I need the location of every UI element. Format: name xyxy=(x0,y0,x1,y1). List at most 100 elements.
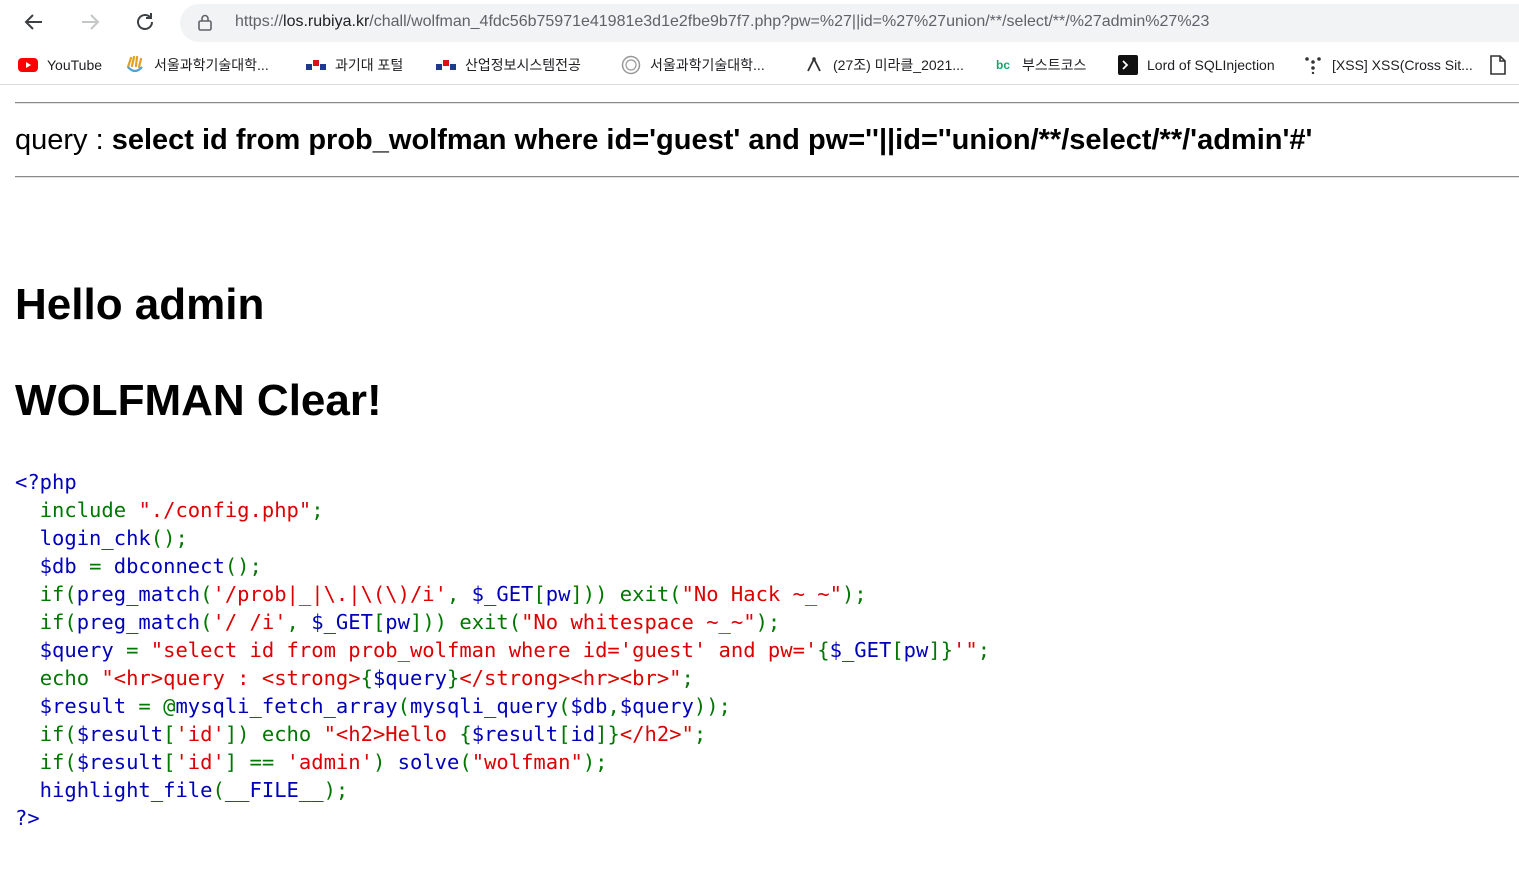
code-token: ]} xyxy=(928,638,954,662)
forward-button[interactable] xyxy=(76,8,104,36)
code-token: "<hr>query : <strong> xyxy=(101,666,361,690)
query-sql: select id from prob_wolfman where id='gu… xyxy=(111,124,1313,156)
reload-icon xyxy=(137,13,153,30)
code-line: include "./config.php"; xyxy=(15,498,324,522)
code-token: $_GET xyxy=(829,638,892,662)
code-token: [ xyxy=(372,610,386,634)
seoultech-hand-icon xyxy=(125,55,145,74)
code-token: $query xyxy=(619,694,694,718)
bookmark-lord-of-sqli[interactable]: Lord of SQLInjection xyxy=(1118,54,1275,76)
bookmark-label: YouTube xyxy=(47,57,103,73)
code-token: , xyxy=(607,694,620,718)
code-token: pw xyxy=(385,610,410,634)
code-token: = xyxy=(89,554,114,578)
bookmark-label: 서울과학기술대학... xyxy=(154,57,269,73)
code-token: ) xyxy=(372,750,398,774)
code-token: "wolfman" xyxy=(471,750,583,774)
code-line: $query = "select id from prob_wolfman wh… xyxy=(15,638,990,662)
code-token: [ xyxy=(163,750,176,774)
code-token: $result xyxy=(76,750,164,774)
notion-icon xyxy=(804,56,824,74)
code-token: login_chk xyxy=(15,526,151,550)
code-token: = @ xyxy=(138,694,176,718)
bookmark-label: Lord of SQLInjection xyxy=(1147,57,1275,73)
bookmark-label: [XSS] XSS(Cross Sit... xyxy=(1332,57,1473,73)
code-token: $result xyxy=(15,694,139,718)
code-token: ; xyxy=(693,722,707,746)
back-button[interactable] xyxy=(20,8,48,36)
bookmark-portal[interactable]: 과기대 포털 xyxy=(306,54,403,76)
bookmark-industrial[interactable]: 산업정보시스템전공 xyxy=(436,54,581,76)
code-token: id xyxy=(570,722,596,746)
code-token: </strong><hr><br>" xyxy=(459,666,682,690)
code-token: solve xyxy=(397,750,460,774)
code-token: if( xyxy=(39,750,77,774)
query-line: query : select id from prob_wolfman wher… xyxy=(15,124,1312,157)
bookmark-boostcourse[interactable]: bc 부스트코스 xyxy=(993,54,1086,76)
code-token: ; xyxy=(681,666,694,690)
code-token: preg_match xyxy=(76,582,201,606)
code-token: preg_match xyxy=(76,610,201,634)
reload-button[interactable] xyxy=(131,8,159,36)
code-token: ); xyxy=(755,610,781,634)
code-token: $_GET xyxy=(311,610,373,634)
code-token: "No whitespace ~_~" xyxy=(521,610,756,634)
code-token: ( xyxy=(212,778,225,802)
code-token: ); xyxy=(841,582,867,606)
code-token: 'id' xyxy=(175,722,225,746)
clear-heading: WOLFMAN Clear! xyxy=(15,376,382,425)
dots-icon xyxy=(1303,56,1323,74)
bookmark-seoultech-2[interactable]: 서울과학기술대학... xyxy=(621,54,765,76)
code-token: ); xyxy=(323,778,349,802)
code-token: $query xyxy=(15,638,127,662)
url-text[interactable]: https://los.rubiya.kr/chall/wolfman_4fdc… xyxy=(235,13,1209,31)
code-token: ?> xyxy=(15,806,40,830)
terminal-icon xyxy=(1118,55,1138,75)
code-token: <?php xyxy=(15,470,77,494)
code-token: ]} xyxy=(595,722,620,746)
code-token: ])) exit( xyxy=(570,582,682,606)
address-bar[interactable]: https://los.rubiya.kr/chall/wolfman_4fdc… xyxy=(180,4,1519,42)
code-token: echo xyxy=(39,666,102,690)
code-token: mysqli_query xyxy=(409,694,559,718)
youtube-icon xyxy=(18,56,38,74)
bookmark-xss[interactable]: [XSS] XSS(Cross Sit... xyxy=(1303,54,1473,76)
code-token: "No Hack ~_~" xyxy=(681,582,842,606)
code-token: { xyxy=(459,722,472,746)
code-line: echo "<hr>query : <strong>{$query}</stro… xyxy=(15,666,694,690)
seal-icon xyxy=(621,55,641,75)
top-divider xyxy=(15,102,1519,104)
code-token: [ xyxy=(533,582,546,606)
code-token: __FILE__ xyxy=(224,778,324,802)
code-token: ( xyxy=(397,694,410,718)
code-token: $query xyxy=(372,666,447,690)
code-line: <?php xyxy=(15,470,77,494)
code-line: if(preg_match('/ /i', $_GET[pw])) exit("… xyxy=(15,610,781,634)
code-line: if($result['id'] == 'admin') solve("wolf… xyxy=(15,750,608,774)
bottom-divider xyxy=(15,176,1519,178)
bookmark-seoultech-1[interactable]: 서울과학기술대학... xyxy=(125,54,269,76)
url-scheme: https:// xyxy=(235,13,284,30)
bookmarks-bar: YouTube 서울과학기술대학... 과기대 포털 산업정보시스템전공 서울과… xyxy=(0,46,1519,85)
code-token: [ xyxy=(891,638,904,662)
code-line: ?> xyxy=(15,806,40,830)
code-line: if($result['id']) echo "<h2>Hello {$resu… xyxy=(15,722,707,746)
code-token: ( xyxy=(200,610,213,634)
code-token: $result xyxy=(471,722,559,746)
code-token: if( xyxy=(39,722,77,746)
bookmark-overflow[interactable] xyxy=(1488,54,1517,76)
arrow-left-icon xyxy=(24,14,42,30)
hello-heading: Hello admin xyxy=(15,280,265,329)
url-host: los.rubiya.kr xyxy=(283,13,370,30)
code-token: highlight_file xyxy=(15,778,213,802)
code-token: include xyxy=(39,498,139,522)
bookmark-label: 과기대 포털 xyxy=(335,57,404,73)
bookmark-youtube[interactable]: YouTube xyxy=(18,54,102,76)
seoultech-logo-icon xyxy=(306,56,326,74)
code-token: } xyxy=(447,666,460,690)
bookmark-miracle[interactable]: (27조) 미라클_2021... xyxy=(804,54,964,76)
code-token: ]) echo xyxy=(224,722,324,746)
